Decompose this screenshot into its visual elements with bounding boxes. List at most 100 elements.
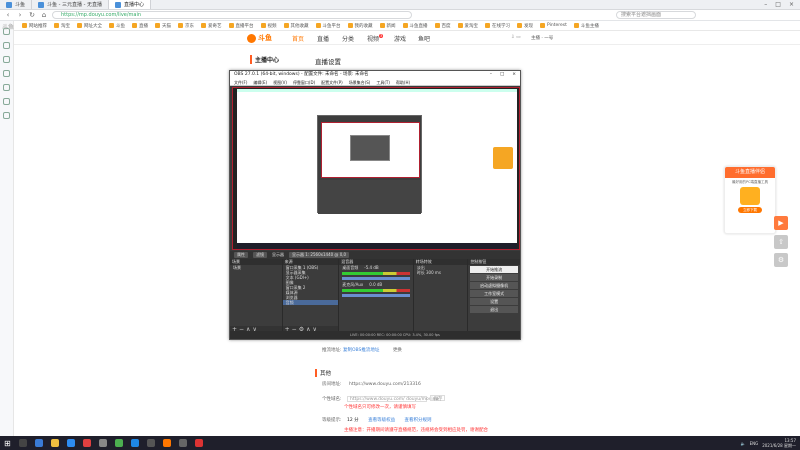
bookmark-item[interactable]: 发现 [517, 23, 533, 29]
bookmark-item[interactable]: Pinterest [540, 23, 567, 28]
obs-control-button[interactable]: 退出 [470, 306, 518, 313]
obs-control-button[interactable]: 设置 [470, 298, 518, 305]
douyu-taskbar-icon[interactable] [162, 439, 171, 447]
bookmark-item[interactable]: 在线学习 [485, 23, 510, 29]
domain-save-button[interactable]: 保存 [430, 395, 446, 402]
obs-menu-item[interactable]: 编辑(E) [253, 79, 267, 85]
nav-fishbar[interactable]: 鱼吧 [418, 34, 430, 43]
bookmark-item[interactable]: 其他收藏 [283, 23, 309, 29]
obs-control-button[interactable]: 开始推流 [470, 266, 518, 273]
start-icon[interactable]: ⊞ [4, 439, 11, 448]
volume-slider[interactable] [342, 294, 410, 297]
browser-search-input[interactable]: 搜索平台遮挡画面 [616, 11, 696, 19]
sidebar-phone-icon[interactable] [3, 112, 10, 119]
input-language[interactable]: ENG [750, 441, 759, 446]
push-url-link[interactable]: 复制OBS推流地址 [343, 348, 379, 353]
sidebar-game-icon[interactable] [3, 70, 10, 77]
bookmark-item[interactable]: 京东 [178, 23, 194, 29]
sidebar-video-icon[interactable] [3, 56, 10, 63]
bookmark-item[interactable]: 天猫 [155, 23, 171, 29]
nav-video[interactable]: 视频3 [367, 34, 384, 43]
bookmark-item[interactable]: 网址大全 [77, 23, 102, 29]
bookmark-item[interactable]: 爱淘宝 [457, 23, 478, 29]
duration-input[interactable]: 300 ms [426, 270, 441, 275]
user-menu[interactable]: 主播 · 一号 [531, 35, 553, 41]
obs-menu-item[interactable]: 视图(V) [273, 79, 287, 85]
home-icon[interactable]: ⌂ [40, 11, 48, 19]
obs-menu-item[interactable]: 文件(F) [234, 79, 247, 85]
sidebar-chat-icon[interactable] [3, 98, 10, 105]
close-icon[interactable]: × [789, 1, 794, 8]
wechat-icon[interactable] [114, 439, 123, 447]
properties-button[interactable]: 属性 [234, 252, 248, 258]
nav-game[interactable]: 游戏 [394, 34, 406, 43]
obs-menu-item[interactable]: 工具(T) [376, 79, 390, 85]
obs-taskbar-icon[interactable] [146, 439, 155, 447]
bookmark-item[interactable]: 网站推荐 [22, 23, 47, 29]
volume-icon[interactable]: 🔈 [741, 441, 746, 446]
bookmark-item[interactable]: 直播平台 [228, 23, 254, 29]
obs-menu-item[interactable]: 场景集合(S) [349, 79, 371, 85]
sidebar-doc-icon[interactable] [3, 84, 10, 91]
display-select[interactable]: 显示器 1: 2560x1440 @ 0,0 [289, 252, 350, 258]
app-icon[interactable] [178, 439, 187, 447]
bookmark-item[interactable]: 视频 [260, 23, 277, 29]
obs-menu-item[interactable]: 停靠窗口(D) [293, 79, 315, 85]
bookmark-item[interactable]: 百度 [434, 23, 451, 29]
minimize-icon[interactable]: – [764, 1, 767, 8]
bookmark-item[interactable]: 斗鱼主播 [573, 23, 599, 29]
back-to-top-icon[interactable]: ⇧ [774, 235, 788, 249]
qq-icon[interactable] [130, 439, 139, 447]
bookmark-item[interactable]: 淘宝 [54, 23, 70, 29]
obs-close-icon[interactable]: × [512, 71, 516, 79]
app-icon[interactable] [194, 439, 203, 447]
bookmark-item[interactable]: 斗鱼直播 [402, 23, 428, 29]
filters-button[interactable]: 滤镜 [253, 252, 267, 258]
level-link-benefits[interactable]: 查看等级权益 [368, 418, 395, 423]
promo-download-button[interactable]: 立即下载 [738, 207, 762, 213]
bookmark-item[interactable]: 斗鱼平台 [315, 23, 341, 29]
clock[interactable]: 13:57 2021/6/28 星期一 [762, 438, 796, 448]
obs-minimize-icon[interactable]: – [490, 71, 492, 79]
explorer-icon[interactable] [50, 439, 59, 447]
edge-icon[interactable] [34, 439, 43, 447]
browser-icon[interactable] [66, 439, 75, 447]
change-button[interactable]: 更换 [393, 348, 402, 353]
obs-menu-item[interactable]: 帮助(H) [396, 79, 410, 85]
scene-item[interactable]: 场景 [230, 265, 282, 270]
nav-home[interactable]: 首页 [292, 34, 304, 43]
bookmark-item[interactable]: 直播 [132, 23, 148, 29]
obs-preview[interactable] [232, 87, 520, 250]
settings-float-icon[interactable]: ⚙ [774, 253, 788, 267]
bookmark-item[interactable]: 斗鱼 [109, 23, 125, 29]
browser-tab[interactable]: 斗鱼 [0, 0, 33, 9]
obs-control-button[interactable]: 工作室模式 [470, 290, 518, 297]
forward-icon[interactable]: › [16, 11, 24, 19]
site-logo[interactable]: 斗鱼 [247, 33, 287, 43]
nav-live[interactable]: 直播 [317, 34, 329, 43]
source-item[interactable]: 音频 [282, 300, 339, 305]
level-link-rules[interactable]: 查看积分规则 [405, 418, 432, 423]
url-input[interactable]: https://mp.douyu.com/live/main [52, 11, 412, 19]
browser-tab[interactable]: 斗鱼 - 三元直播 - 无直播 [32, 0, 109, 9]
bookmark-item[interactable]: 我的收藏 [347, 23, 373, 29]
promo-widget[interactable]: 斗鱼直播伴侣 最好用的PC端直播工具 立即下载 [724, 166, 776, 234]
obs-menu-item[interactable]: 配置文件(P) [321, 79, 343, 85]
chrome-icon[interactable] [98, 439, 107, 447]
bookmark-item[interactable]: 爱奇艺 [201, 23, 222, 29]
domain-input[interactable]: https://www.douyu.com/ douyu/moving [346, 396, 438, 402]
browser-tab-active[interactable]: 直播中心 [108, 0, 151, 9]
download-icon[interactable]: ⇩ ▭ [511, 35, 520, 40]
sidebar-mail-icon[interactable] [3, 42, 10, 49]
bookmark-item[interactable]: 新闻 [379, 23, 396, 29]
obs-control-button[interactable]: 开始录制 [470, 274, 518, 281]
play-float-icon[interactable]: ▶ [774, 216, 788, 230]
maximize-icon[interactable]: □ [775, 1, 781, 8]
app-icon[interactable] [82, 439, 91, 447]
obs-control-button[interactable]: 启动虚拟摄像机 [470, 282, 518, 289]
search-icon[interactable] [18, 439, 27, 447]
obs-maximize-icon[interactable]: □ [500, 71, 504, 79]
refresh-icon[interactable]: ↻ [28, 11, 36, 19]
volume-slider[interactable] [342, 277, 410, 280]
back-icon[interactable]: ‹ [4, 11, 12, 19]
